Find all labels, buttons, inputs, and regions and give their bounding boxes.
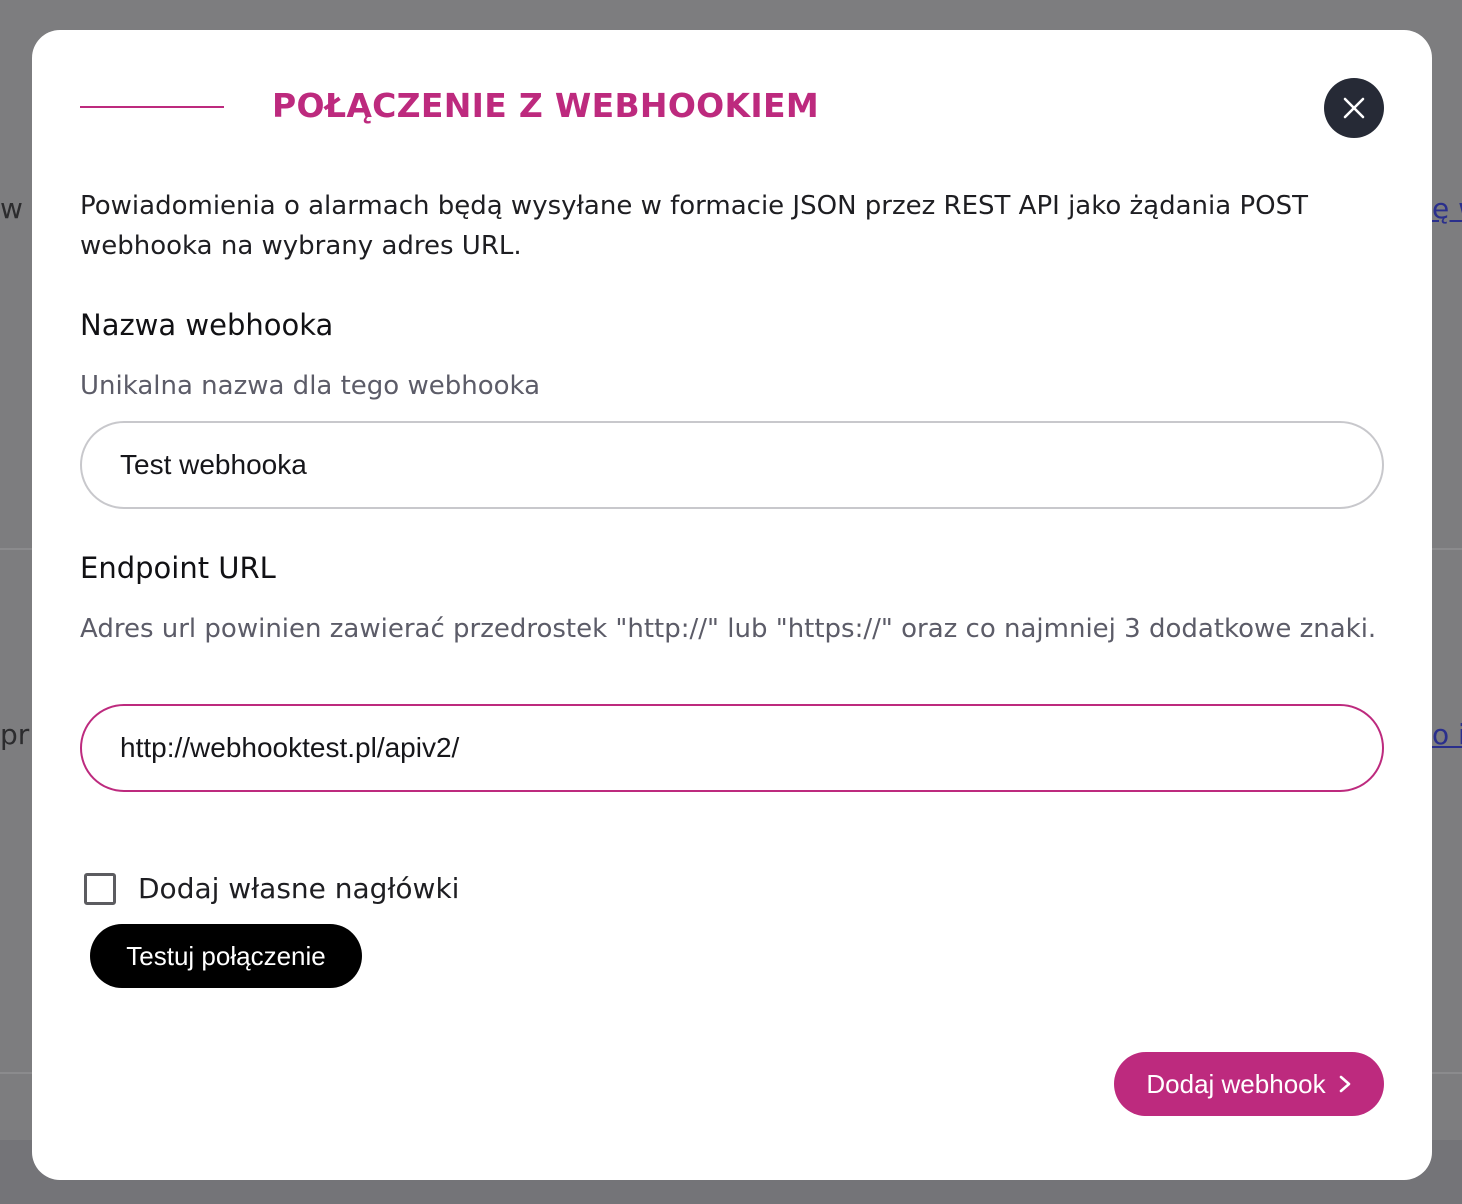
background-text-mid: pr [0, 718, 30, 751]
title-decoration-line [80, 106, 224, 108]
webhook-name-hint: Unikalna nazwa dla tego webhooka [80, 371, 541, 401]
background-text-top: w [0, 192, 23, 225]
add-webhook-label: Dodaj webhook [1146, 1068, 1326, 1099]
background-link-top: ę w [1432, 192, 1462, 225]
background-link-mid: o i [1432, 718, 1462, 751]
custom-headers-checkbox[interactable] [84, 872, 116, 905]
webhook-name-input[interactable] [80, 421, 1384, 509]
add-webhook-button[interactable]: Dodaj webhook [1114, 1052, 1384, 1116]
test-connection-label: Testuj połączenie [126, 940, 326, 971]
custom-headers-label: Dodaj własne nagłówki [138, 872, 460, 905]
test-connection-button[interactable]: Testuj połączenie [90, 924, 362, 988]
modal-description: Powiadomienia o alarmach będą wysyłane w… [80, 191, 1308, 261]
endpoint-url-label: Endpoint URL [80, 551, 276, 585]
close-icon [1343, 97, 1365, 119]
chevron-right-icon [1338, 1074, 1352, 1094]
endpoint-url-hint: Adres url powinien zawierać przedrostek … [80, 614, 1377, 644]
close-button[interactable] [1324, 78, 1384, 138]
endpoint-url-input[interactable] [80, 704, 1384, 792]
webhook-name-label: Nazwa webhooka [80, 308, 334, 342]
modal-title: POŁĄCZENIE Z WEBHOOKIEM [272, 86, 819, 125]
custom-headers-option[interactable]: Dodaj własne nagłówki [84, 872, 459, 905]
webhook-modal: POŁĄCZENIE Z WEBHOOKIEM Powiadomienia o … [32, 30, 1432, 1180]
